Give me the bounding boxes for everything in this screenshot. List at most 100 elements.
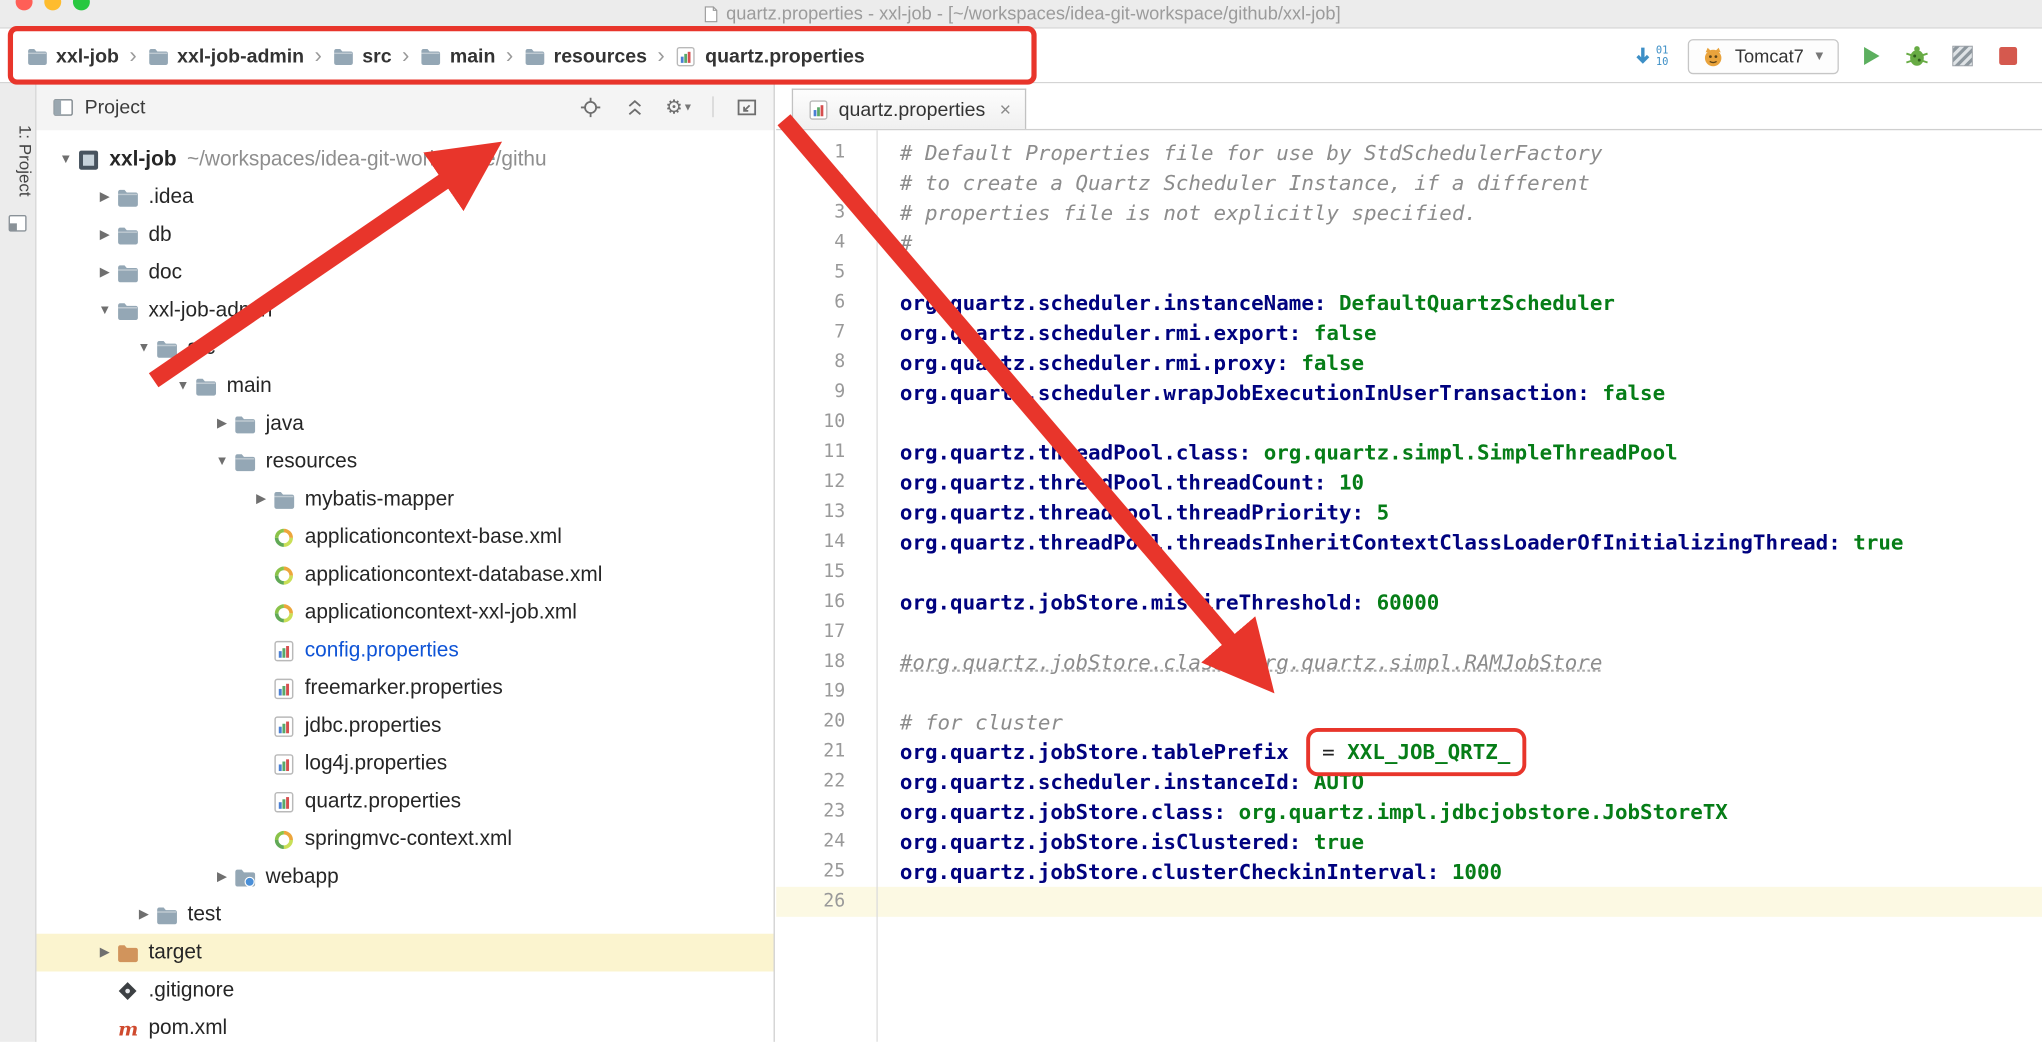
tree-node-gitignore[interactable]: .gitignore bbox=[36, 972, 773, 1010]
editor-line-13[interactable]: 13org.quartz.threadPool.threadPriority: … bbox=[776, 497, 2042, 527]
breadcrumb-item-resources[interactable]: resources bbox=[524, 45, 647, 67]
breadcrumb-item-src[interactable]: src bbox=[332, 45, 391, 67]
tree-node-java[interactable]: ▶java bbox=[36, 405, 773, 443]
tree-node-target[interactable]: ▶target bbox=[36, 934, 773, 972]
editor-line-15[interactable]: 15 bbox=[776, 557, 2042, 587]
tree-node-test[interactable]: ▶ test bbox=[36, 896, 773, 934]
editor-line-18[interactable]: 18#org.quartz.jobStore.class: org.quartz… bbox=[776, 647, 2042, 677]
vcs-update-widget[interactable]: 01 10 bbox=[1630, 44, 1669, 69]
breadcrumb-item-main[interactable]: main bbox=[420, 45, 496, 67]
editor-line-12[interactable]: 12org.quartz.threadPool.threadCount: 10 bbox=[776, 468, 2042, 498]
tree-node-label: pom.xml bbox=[148, 1016, 227, 1039]
editor-line-17[interactable]: 17 bbox=[776, 617, 2042, 647]
tree-node-main[interactable]: ▼main bbox=[36, 367, 773, 405]
editor-body[interactable]: 1# Default Properties file for use by St… bbox=[776, 130, 2042, 1042]
tree-node-idea[interactable]: ▶.idea bbox=[36, 178, 773, 216]
line-text: org.quartz.jobStore.misfireThreshold: 60… bbox=[876, 587, 1439, 617]
run-button[interactable] bbox=[1858, 43, 1884, 69]
expand-arrow[interactable]: ▶ bbox=[94, 945, 116, 959]
expand-arrow[interactable]: ▼ bbox=[211, 454, 233, 468]
expand-arrow[interactable]: ▼ bbox=[172, 379, 194, 393]
close-tab-button[interactable]: × bbox=[1000, 98, 1011, 120]
tree-node-path: ~/workspaces/idea-git-workspace/githu bbox=[187, 148, 547, 171]
editor-line-8[interactable]: 8org.quartz.scheduler.rmi.proxy: false bbox=[776, 348, 2042, 378]
editor-line-21[interactable]: 21org.quartz.jobStore.tablePrefix = XXL_… bbox=[776, 737, 2042, 767]
code-lines: 1# Default Properties file for use by St… bbox=[776, 130, 2042, 917]
code-segment: org.quartz.scheduler.rmi.export: bbox=[900, 320, 1301, 345]
breadcrumb-label: main bbox=[450, 45, 496, 67]
folder-icon bbox=[155, 903, 178, 926]
tree-node-mybatis-mapper[interactable]: ▶mybatis-mapper bbox=[36, 481, 773, 519]
expand-arrow[interactable]: ▶ bbox=[211, 870, 233, 884]
line-text: # Default Properties file for use by Std… bbox=[876, 138, 1602, 168]
editor-line-23[interactable]: 23org.quartz.jobStore.class: org.quartz.… bbox=[776, 797, 2042, 827]
gear-icon[interactable]: ⚙▼ bbox=[668, 96, 690, 118]
tree-node-label: applicationcontext-base.xml bbox=[305, 525, 562, 548]
expand-arrow[interactable]: ▶ bbox=[211, 417, 233, 431]
project-tool-window-button[interactable]: 1: Project bbox=[0, 125, 35, 197]
expand-arrow[interactable]: ▶ bbox=[94, 228, 116, 242]
run-with-coverage-button[interactable] bbox=[1950, 43, 1976, 69]
run-config-select[interactable]: Tomcat7 ▼ bbox=[1688, 38, 1839, 73]
tree-node-label: test bbox=[188, 903, 222, 926]
tree-node-xxl-job[interactable]: ▼xxl-job~/workspaces/idea-git-workspace/… bbox=[36, 141, 773, 179]
code-segment bbox=[1301, 320, 1314, 345]
expand-arrow[interactable]: ▶ bbox=[250, 492, 272, 506]
hide-panel-button[interactable] bbox=[736, 96, 758, 118]
collapse-all-button[interactable] bbox=[624, 96, 646, 118]
expand-arrow[interactable]: ▼ bbox=[94, 303, 116, 317]
debug-button[interactable] bbox=[1904, 43, 1930, 69]
editor-line-16[interactable]: 16org.quartz.jobStore.misfireThreshold: … bbox=[776, 587, 2042, 617]
tree-node-doc[interactable]: ▶doc bbox=[36, 254, 773, 292]
editor-line-19[interactable]: 19 bbox=[776, 677, 2042, 707]
tab-quartz-properties[interactable]: quartz.properties × bbox=[792, 89, 1027, 129]
breadcrumb-item-quartz-properties[interactable]: quartz.properties bbox=[675, 45, 865, 67]
editor-line-25[interactable]: 25org.quartz.jobStore.clusterCheckinInte… bbox=[776, 857, 2042, 887]
tree-node-resources[interactable]: ▼resources bbox=[36, 443, 773, 481]
line-number: 22 bbox=[776, 767, 876, 797]
editor-line-2[interactable]: 2# to create a Quartz Scheduler Instance… bbox=[776, 168, 2042, 198]
tree-node-freemarker-properties[interactable]: freemarker.properties bbox=[36, 669, 773, 707]
gutter-divider bbox=[876, 130, 877, 1042]
tree-node-springmvc-context-xml[interactable]: springmvc-context.xml bbox=[36, 820, 773, 858]
tree-node-label: freemarker.properties bbox=[305, 677, 503, 700]
editor-line-24[interactable]: 24org.quartz.jobStore.isClustered: true bbox=[776, 827, 2042, 857]
tree-node-pom-xml[interactable]: mpom.xml bbox=[36, 1009, 773, 1042]
folder-icon bbox=[233, 412, 256, 435]
tree-node-log4j-properties[interactable]: log4j.properties bbox=[36, 745, 773, 783]
expand-arrow[interactable]: ▶ bbox=[133, 908, 155, 922]
breadcrumb-item-xxl-job-admin[interactable]: xxl-job-admin bbox=[147, 45, 304, 67]
tree-node-applicationcontext-database-xml[interactable]: applicationcontext-database.xml bbox=[36, 556, 773, 594]
tree-node-applicationcontext-xxl-job-xml[interactable]: applicationcontext-xxl-job.xml bbox=[36, 594, 773, 632]
code-segment: org.quartz.scheduler.instanceName: bbox=[900, 290, 1327, 315]
expand-arrow[interactable]: ▶ bbox=[94, 190, 116, 204]
editor-line-6[interactable]: 6org.quartz.scheduler.instanceName: Defa… bbox=[776, 288, 2042, 318]
tree-node-quartz-properties[interactable]: quartz.properties bbox=[36, 783, 773, 821]
editor-line-11[interactable]: 11org.quartz.threadPool.class: org.quart… bbox=[776, 438, 2042, 468]
editor-line-1[interactable]: 1# Default Properties file for use by St… bbox=[776, 138, 2042, 168]
spring-xml-icon bbox=[272, 525, 295, 548]
editor-line-9[interactable]: 9org.quartz.scheduler.wrapJobExecutionIn… bbox=[776, 378, 2042, 408]
breadcrumb-item-xxl-job[interactable]: xxl-job bbox=[26, 45, 119, 67]
tree-node-jdbc-properties[interactable]: jdbc.properties bbox=[36, 707, 773, 745]
tree-node-xxl-job-admin[interactable]: ▼xxl-job-admin bbox=[36, 292, 773, 330]
tool-window-icon[interactable] bbox=[7, 212, 29, 234]
editor-line-7[interactable]: 7org.quartz.scheduler.rmi.export: false bbox=[776, 318, 2042, 348]
expand-arrow[interactable]: ▼ bbox=[55, 152, 77, 166]
expand-arrow[interactable]: ▶ bbox=[94, 266, 116, 280]
editor-line-14[interactable]: 14org.quartz.threadPool.threadsInheritCo… bbox=[776, 527, 2042, 557]
locate-file-button[interactable] bbox=[580, 96, 602, 118]
editor-line-26[interactable]: 26 bbox=[776, 887, 2042, 917]
stop-button[interactable] bbox=[1995, 43, 2021, 69]
tree-node-webapp[interactable]: ▶webapp bbox=[36, 858, 773, 896]
expand-arrow[interactable]: ▼ bbox=[133, 341, 155, 355]
editor-line-5[interactable]: 5 bbox=[776, 258, 2042, 288]
editor-line-4[interactable]: 4# bbox=[776, 228, 2042, 258]
editor-line-10[interactable]: 10 bbox=[776, 408, 2042, 438]
tree-node-config-properties[interactable]: config.properties bbox=[36, 632, 773, 670]
editor-line-3[interactable]: 3# properties file is not explicitly spe… bbox=[776, 198, 2042, 228]
tree-node-applicationcontext-base-xml[interactable]: applicationcontext-base.xml bbox=[36, 518, 773, 556]
line-text bbox=[876, 887, 899, 917]
tree-node-src[interactable]: ▼src bbox=[36, 329, 773, 367]
tree-node-db[interactable]: ▶db bbox=[36, 216, 773, 254]
